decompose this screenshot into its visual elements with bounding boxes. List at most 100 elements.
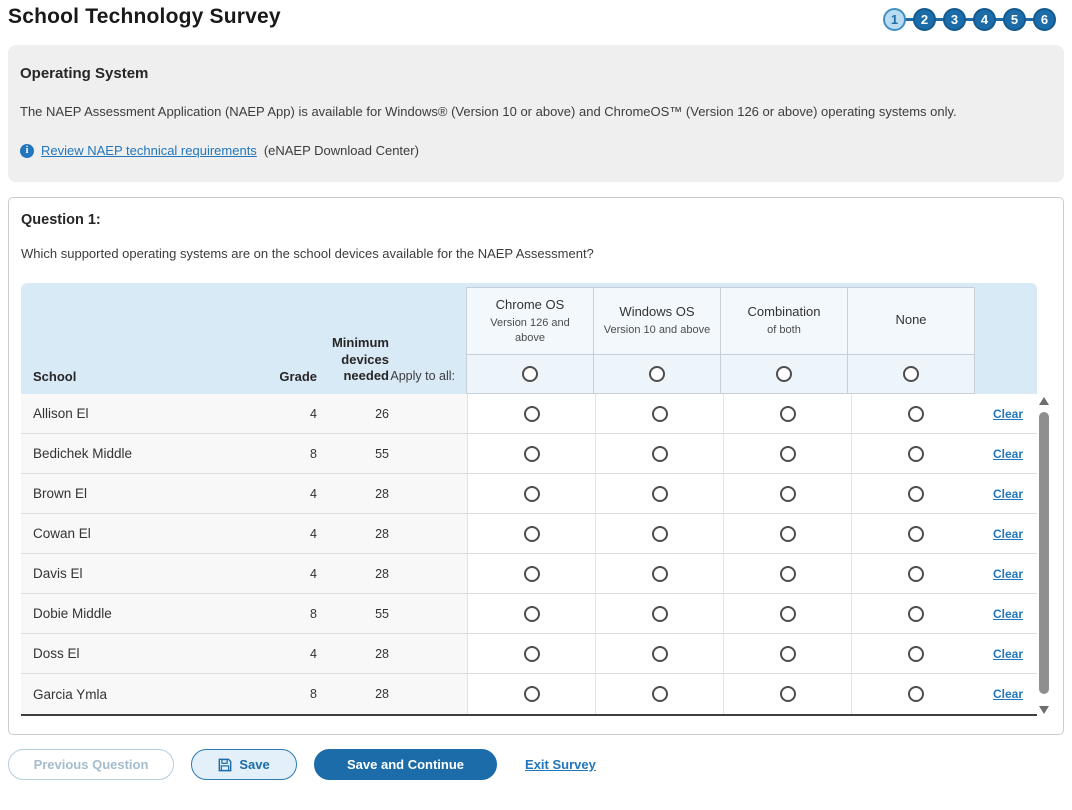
apply-all-radio-none[interactable] [903, 366, 919, 382]
apply-all-radio-cell[interactable] [848, 355, 974, 393]
scroll-up-icon[interactable] [1039, 397, 1049, 405]
radio-combination[interactable] [780, 646, 796, 662]
radio-windows-os[interactable] [652, 686, 668, 702]
radio-windows-os[interactable] [652, 406, 668, 422]
radio-combination[interactable] [780, 686, 796, 702]
radio-none[interactable] [908, 446, 924, 462]
radio-cell-chrome-os[interactable] [467, 394, 595, 433]
radio-cell-windows-os[interactable] [595, 634, 723, 673]
radio-none[interactable] [908, 526, 924, 542]
step-5[interactable]: 5 [1003, 8, 1026, 31]
radio-cell-none[interactable] [851, 514, 979, 553]
school-cell: Brown El [21, 474, 261, 513]
radio-cell-combination[interactable] [723, 594, 851, 633]
radio-cell-none[interactable] [851, 594, 979, 633]
previous-question-button[interactable]: Previous Question [8, 749, 174, 780]
save-and-continue-button[interactable]: Save and Continue [314, 749, 497, 780]
radio-cell-combination[interactable] [723, 554, 851, 593]
apply-all-radio-cell[interactable] [467, 355, 593, 393]
radio-cell-windows-os[interactable] [595, 394, 723, 433]
radio-cell-chrome-os[interactable] [467, 474, 595, 513]
radio-cell-windows-os[interactable] [595, 594, 723, 633]
survey-table: School Grade Minimum devices needed Appl… [21, 283, 1037, 716]
radio-none[interactable] [908, 646, 924, 662]
clear-link[interactable]: Clear [993, 527, 1023, 541]
radio-chrome-os[interactable] [524, 646, 540, 662]
apply-all-radio-cell[interactable] [594, 355, 720, 393]
review-requirements-link[interactable]: Review NAEP technical requirements [41, 143, 257, 158]
radio-cell-chrome-os[interactable] [467, 514, 595, 553]
radio-combination[interactable] [780, 406, 796, 422]
step-1[interactable]: 1 [883, 8, 906, 31]
apply-all-radio-windows-os[interactable] [649, 366, 665, 382]
clear-link[interactable]: Clear [993, 607, 1023, 621]
clear-link[interactable]: Clear [993, 647, 1023, 661]
radio-windows-os[interactable] [652, 566, 668, 582]
radio-chrome-os[interactable] [524, 606, 540, 622]
radio-combination[interactable] [780, 446, 796, 462]
radio-cell-chrome-os[interactable] [467, 594, 595, 633]
radio-cell-none[interactable] [851, 394, 979, 433]
clear-link[interactable]: Clear [993, 407, 1023, 421]
radio-combination[interactable] [780, 486, 796, 502]
radio-cell-windows-os[interactable] [595, 434, 723, 473]
exit-survey-link[interactable]: Exit Survey [525, 757, 596, 772]
clear-link[interactable]: Clear [993, 687, 1023, 701]
radio-cell-combination[interactable] [723, 434, 851, 473]
radio-windows-os[interactable] [652, 446, 668, 462]
apply-all-radio-cell[interactable] [721, 355, 847, 393]
step-3[interactable]: 3 [943, 8, 966, 31]
radio-chrome-os[interactable] [524, 486, 540, 502]
step-4[interactable]: 4 [973, 8, 996, 31]
radio-cell-combination[interactable] [723, 474, 851, 513]
radio-cell-none[interactable] [851, 434, 979, 473]
devices-cell: 28 [317, 474, 389, 513]
radio-chrome-os[interactable] [524, 446, 540, 462]
radio-cell-combination[interactable] [723, 514, 851, 553]
radio-none[interactable] [908, 566, 924, 582]
clear-link[interactable]: Clear [993, 567, 1023, 581]
radio-none[interactable] [908, 606, 924, 622]
radio-cell-chrome-os[interactable] [467, 554, 595, 593]
radio-none[interactable] [908, 406, 924, 422]
radio-none[interactable] [908, 686, 924, 702]
devices-cell: 55 [317, 594, 389, 633]
scroll-down-icon[interactable] [1039, 706, 1049, 714]
radio-cell-combination[interactable] [723, 634, 851, 673]
radio-chrome-os[interactable] [524, 406, 540, 422]
radio-cell-chrome-os[interactable] [467, 634, 595, 673]
radio-combination[interactable] [780, 566, 796, 582]
table-scrollbar[interactable] [1037, 394, 1051, 716]
apply-all-radio-chrome-os[interactable] [522, 366, 538, 382]
radio-cell-none[interactable] [851, 554, 979, 593]
radio-combination[interactable] [780, 526, 796, 542]
step-6[interactable]: 6 [1033, 8, 1056, 31]
radio-windows-os[interactable] [652, 606, 668, 622]
radio-cell-combination[interactable] [723, 394, 851, 433]
radio-cell-windows-os[interactable] [595, 554, 723, 593]
radio-chrome-os[interactable] [524, 526, 540, 542]
radio-cell-windows-os[interactable] [595, 474, 723, 513]
radio-cell-none[interactable] [851, 674, 979, 714]
radio-cell-none[interactable] [851, 634, 979, 673]
radio-combination[interactable] [780, 606, 796, 622]
save-button[interactable]: Save [191, 749, 297, 780]
radio-windows-os[interactable] [652, 526, 668, 542]
radio-chrome-os[interactable] [524, 686, 540, 702]
radio-cell-windows-os[interactable] [595, 514, 723, 553]
radio-windows-os[interactable] [652, 646, 668, 662]
scroll-thumb[interactable] [1039, 412, 1049, 694]
radio-windows-os[interactable] [652, 486, 668, 502]
clear-link[interactable]: Clear [993, 447, 1023, 461]
clear-link[interactable]: Clear [993, 487, 1023, 501]
row-radio-group [467, 394, 979, 433]
radio-none[interactable] [908, 486, 924, 502]
radio-cell-chrome-os[interactable] [467, 434, 595, 473]
radio-cell-combination[interactable] [723, 674, 851, 714]
radio-cell-windows-os[interactable] [595, 674, 723, 714]
apply-all-radio-combination[interactable] [776, 366, 792, 382]
radio-chrome-os[interactable] [524, 566, 540, 582]
radio-cell-chrome-os[interactable] [467, 674, 595, 714]
step-2[interactable]: 2 [913, 8, 936, 31]
radio-cell-none[interactable] [851, 474, 979, 513]
